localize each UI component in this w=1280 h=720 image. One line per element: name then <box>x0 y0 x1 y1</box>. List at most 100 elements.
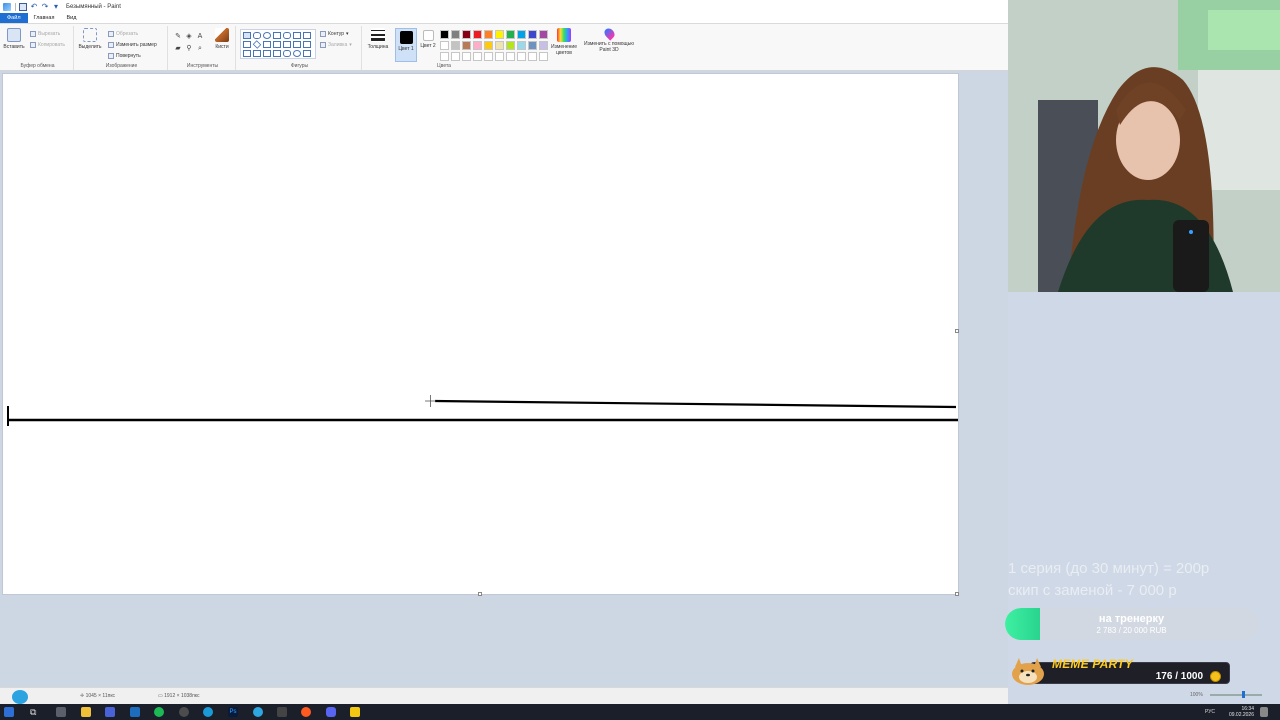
tab-file[interactable]: Файл <box>0 13 28 23</box>
chrome-icon[interactable] <box>56 707 66 717</box>
paste-button[interactable]: Вставить <box>2 28 26 50</box>
folder-icon[interactable] <box>81 707 91 717</box>
color-swatch[interactable] <box>517 52 526 61</box>
undo-icon[interactable]: ↶ <box>30 2 38 11</box>
color-swatch[interactable] <box>495 30 504 39</box>
task-view-icon[interactable]: ⧉ <box>30 707 40 717</box>
right-triangle-shape-icon[interactable] <box>243 41 251 48</box>
select-button[interactable]: Выделить <box>78 28 102 50</box>
color-swatch[interactable] <box>528 41 537 50</box>
resize-button[interactable]: Изменить размер <box>108 40 157 49</box>
color-swatch[interactable] <box>506 30 515 39</box>
canvas-resize-handle-corner[interactable] <box>955 592 959 596</box>
color-swatch[interactable] <box>440 30 449 39</box>
paint3d-button[interactable]: Изменить с помощью Paint 3D <box>584 26 634 53</box>
edit-colors-button[interactable]: Изменение цветов <box>549 28 579 56</box>
color-swatch[interactable] <box>539 41 548 50</box>
hexagon-shape-icon[interactable] <box>273 41 281 48</box>
arrow-down-shape-icon[interactable] <box>243 50 251 57</box>
telegram-icon[interactable] <box>253 707 263 717</box>
canvas-resize-handle-bottom[interactable] <box>478 592 482 596</box>
app-icon-1[interactable] <box>105 707 115 717</box>
color-swatch[interactable] <box>440 52 449 61</box>
tab-home[interactable]: Главная <box>28 13 61 23</box>
rectangle-shape-icon[interactable] <box>273 32 281 39</box>
firefox-icon[interactable] <box>301 707 311 717</box>
star5-shape-icon[interactable] <box>263 50 271 57</box>
color-swatch[interactable] <box>473 41 482 50</box>
outline-dropdown[interactable]: Контур ▾ <box>320 29 349 38</box>
curve-shape-icon[interactable] <box>253 32 261 39</box>
color-swatch[interactable] <box>506 52 515 61</box>
color1-button[interactable]: Цвет 1 <box>395 28 417 62</box>
pencil-icon[interactable]: ✎ <box>174 33 182 41</box>
callout-rect-shape-icon[interactable] <box>283 50 291 57</box>
color-swatch[interactable] <box>539 30 548 39</box>
color-swatch[interactable] <box>539 52 548 61</box>
color-swatch[interactable] <box>451 41 460 50</box>
star6-shape-icon[interactable] <box>273 50 281 57</box>
arrow-left-shape-icon[interactable] <box>293 41 301 48</box>
photoshop-icon[interactable]: Ps <box>228 707 238 717</box>
drawing-canvas[interactable] <box>3 74 958 594</box>
rotate-button[interactable]: Повернуть <box>108 51 141 60</box>
edge-icon[interactable] <box>203 707 213 717</box>
canvas-area[interactable] <box>0 71 1008 687</box>
color-swatch[interactable] <box>528 30 537 39</box>
pentagon-shape-icon[interactable] <box>263 41 271 48</box>
size-button[interactable]: Толщина <box>365 28 391 50</box>
canvas-resize-handle-right[interactable] <box>955 329 959 333</box>
eraser-icon[interactable]: ▰ <box>174 45 182 53</box>
arrow-up-shape-icon[interactable] <box>303 41 311 48</box>
zoom-slider-thumb[interactable] <box>1242 691 1245 698</box>
color-swatch[interactable] <box>473 52 482 61</box>
discord-icon[interactable] <box>326 707 336 717</box>
color-swatch[interactable] <box>484 52 493 61</box>
callout-oval-shape-icon[interactable] <box>293 50 301 57</box>
app-icon-3[interactable] <box>350 707 360 717</box>
copy-button[interactable]: Копировать <box>30 40 65 49</box>
color-swatch[interactable] <box>528 52 537 61</box>
color-swatch[interactable] <box>440 41 449 50</box>
tab-view[interactable]: Вид <box>60 13 82 23</box>
polygon-shape-icon[interactable] <box>293 32 301 39</box>
spotify-icon[interactable] <box>154 707 164 717</box>
color-swatch[interactable] <box>462 41 471 50</box>
redo-icon[interactable]: ↷ <box>41 2 49 11</box>
color-swatch[interactable] <box>506 41 515 50</box>
star4-shape-icon[interactable] <box>253 50 261 57</box>
oval-shape-icon[interactable] <box>263 32 271 39</box>
fill-dropdown[interactable]: Заливка ▾ <box>320 40 352 49</box>
rounded-rectangle-shape-icon[interactable] <box>283 32 291 39</box>
color-swatch[interactable] <box>495 41 504 50</box>
color-swatch[interactable] <box>484 41 493 50</box>
color2-button[interactable]: Цвет 2 <box>417 28 439 49</box>
color-swatch[interactable] <box>484 30 493 39</box>
diamond-shape-icon[interactable] <box>252 40 262 49</box>
language-indicator[interactable]: РУС <box>1205 709 1215 715</box>
text-icon[interactable]: A <box>196 33 204 41</box>
obs-icon[interactable] <box>179 707 189 717</box>
clock[interactable]: 16:34 09.02.2026 <box>1229 706 1254 718</box>
color-picker-icon[interactable]: ⚲ <box>185 45 193 53</box>
color-swatch[interactable] <box>517 30 526 39</box>
cut-button[interactable]: Вырезать <box>30 29 60 38</box>
color-swatch[interactable] <box>517 41 526 50</box>
customize-quick-access-icon[interactable]: ▾ <box>52 2 60 11</box>
arrow-right-shape-icon[interactable] <box>283 41 291 48</box>
color-swatch[interactable] <box>462 52 471 61</box>
triangle-shape-icon[interactable] <box>303 32 311 39</box>
color-swatch[interactable] <box>451 30 460 39</box>
crop-button[interactable]: Обрезать <box>108 29 138 38</box>
notification-icon[interactable] <box>1260 707 1268 717</box>
app-icon-2[interactable] <box>277 707 287 717</box>
zoom-slider[interactable] <box>1210 694 1262 696</box>
fill-icon[interactable]: ◈ <box>185 33 193 41</box>
steam-icon[interactable] <box>130 707 140 717</box>
color-swatch[interactable] <box>462 30 471 39</box>
save-icon[interactable] <box>19 2 27 11</box>
magnifier-icon[interactable]: ⌕ <box>196 45 204 53</box>
brushes-button[interactable]: Кисти <box>210 28 234 50</box>
cloud-shape-icon[interactable] <box>303 50 311 57</box>
color-swatch[interactable] <box>473 30 482 39</box>
